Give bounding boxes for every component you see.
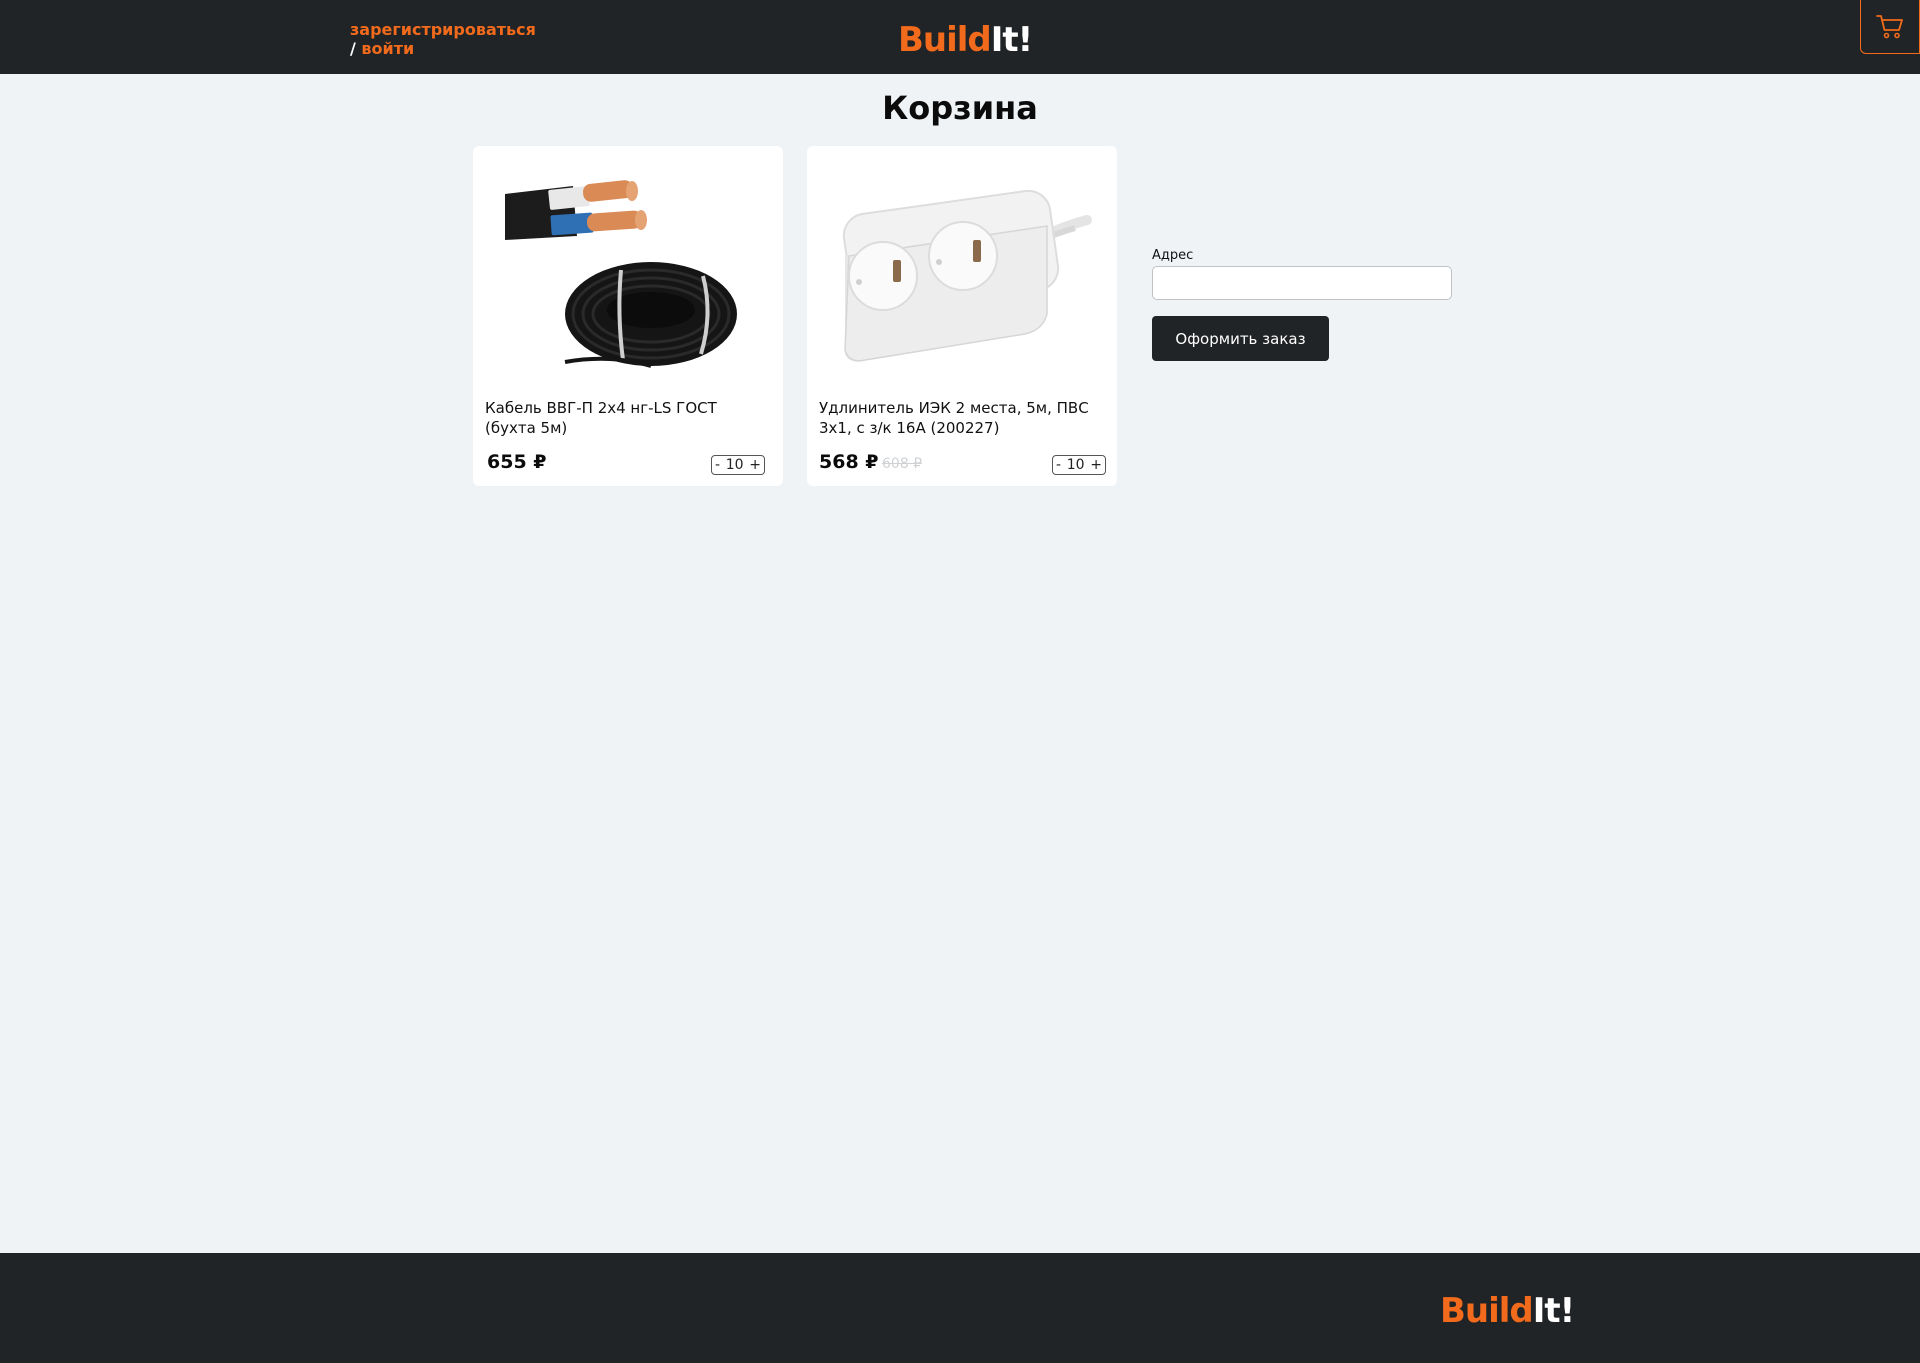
logo-build-text: Build bbox=[1440, 1291, 1534, 1331]
power-strip-image bbox=[842, 189, 1092, 362]
footer: BuildIt! bbox=[0, 1253, 1920, 1363]
address-label: Адрес bbox=[1152, 248, 1194, 263]
product-name[interactable]: Кабель ВВГ-П 2х4 нг-LS ГОСТ (бухта 5м) bbox=[485, 398, 771, 438]
place-order-button[interactable]: Оформить заказ bbox=[1152, 316, 1329, 361]
page-title: Корзина bbox=[882, 89, 1038, 127]
product-old-price: 608 ₽ bbox=[882, 456, 923, 472]
cart-item-card[interactable]: Удлинитель ИЭК 2 места, 5м, ПВС 3х1, с з… bbox=[807, 146, 1117, 486]
logo-it-text: It! bbox=[1532, 1291, 1575, 1331]
cart-button[interactable] bbox=[1860, 0, 1920, 54]
auth-separator: / bbox=[350, 39, 356, 58]
register-link[interactable]: зарегистрироваться bbox=[350, 20, 536, 39]
top-navbar: зарегистрироваться / войти BuildIt! bbox=[0, 0, 1920, 74]
quantity-value[interactable]: 10 bbox=[1067, 456, 1085, 474]
site-logo[interactable]: BuildIt! bbox=[898, 20, 1033, 60]
quantity-increase-button[interactable]: + bbox=[749, 456, 761, 474]
quantity-value[interactable]: 10 bbox=[726, 456, 744, 474]
logo-it-text: It! bbox=[990, 20, 1033, 60]
quantity-stepper: - 10 + bbox=[1052, 455, 1106, 475]
auth-links: зарегистрироваться / войти bbox=[350, 20, 536, 58]
quantity-increase-button[interactable]: + bbox=[1090, 456, 1102, 474]
address-input[interactable] bbox=[1152, 266, 1452, 300]
login-link[interactable]: войти bbox=[361, 39, 414, 58]
product-name[interactable]: Удлинитель ИЭК 2 места, 5м, ПВС 3х1, с з… bbox=[819, 398, 1105, 438]
quantity-stepper: - 10 + bbox=[711, 455, 765, 475]
product-price: 568 ₽ bbox=[819, 451, 879, 473]
cable-coil-image bbox=[505, 180, 737, 368]
shopping-cart-icon bbox=[1876, 14, 1903, 38]
quantity-decrease-button[interactable]: - bbox=[1056, 456, 1061, 474]
product-price: 655 ₽ bbox=[487, 451, 547, 473]
quantity-decrease-button[interactable]: - bbox=[715, 456, 720, 474]
cart-item-card[interactable]: Кабель ВВГ-П 2х4 нг-LS ГОСТ (бухта 5м) 6… bbox=[473, 146, 783, 486]
logo-build-text: Build bbox=[898, 20, 992, 60]
footer-logo[interactable]: BuildIt! bbox=[1440, 1291, 1575, 1331]
